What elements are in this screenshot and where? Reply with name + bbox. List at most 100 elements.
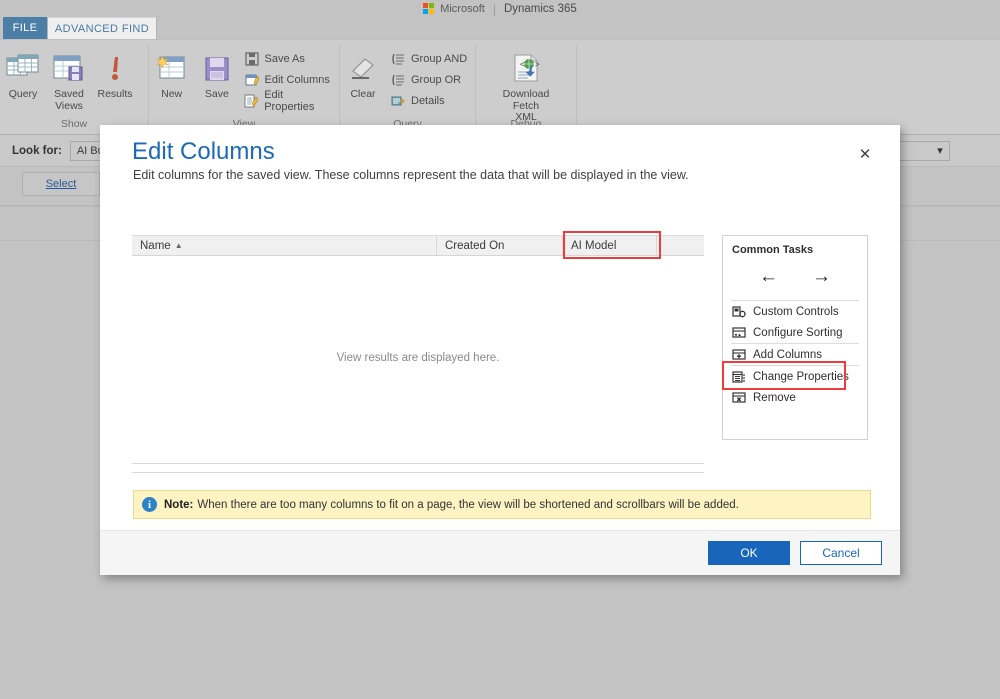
sort-ascending-icon: ▲ [175, 241, 183, 250]
ribbon-button-edit-properties-label: Edit Properties [264, 89, 335, 113]
column-header-name-label: Name [140, 240, 171, 252]
task-configure-sorting[interactable]: Configure Sorting [723, 322, 867, 343]
ribbon-group-show: Query Saved Views [0, 40, 148, 136]
task-remove[interactable]: Remove [723, 387, 867, 408]
remove-column-icon [732, 391, 746, 405]
ribbon-button-save-label: Save [205, 89, 229, 101]
select-button[interactable]: Select [22, 172, 100, 196]
ribbon-query-small-buttons: Group AND Group OR [386, 46, 471, 111]
brand-separator: | [493, 2, 496, 16]
column-header-ai-model[interactable]: AI Model [563, 235, 657, 256]
info-icon: i [142, 497, 157, 512]
task-custom-controls[interactable]: Custom Controls [723, 301, 867, 322]
dialog-content-rule [132, 463, 704, 464]
details-icon [390, 93, 406, 109]
arrow-left-icon[interactable]: ← [759, 266, 778, 288]
ribbon-divider-4 [576, 45, 577, 125]
tab-advanced-find[interactable]: ADVANCED FIND [47, 17, 157, 39]
add-columns-icon [732, 348, 746, 362]
tab-file[interactable]: FILE [3, 17, 47, 39]
task-add-columns-label: Add Columns [753, 349, 822, 361]
common-tasks-panel: Common Tasks ← → Custom Controls [722, 235, 868, 440]
chevron-down-icon: ▾ [937, 144, 943, 157]
ok-button[interactable]: OK [708, 541, 790, 565]
ribbon-tab-strip: FILE ADVANCED FIND [0, 17, 1000, 39]
ribbon-button-edit-properties[interactable]: Edit Properties [240, 90, 340, 111]
task-change-properties[interactable]: Change Properties [723, 366, 867, 387]
grid-empty-message: View results are displayed here. [132, 256, 704, 364]
note-bar: i Note: When there are too many columns … [133, 490, 871, 519]
task-remove-label: Remove [753, 392, 796, 404]
save-as-icon [244, 51, 260, 67]
column-header-name[interactable]: Name ▲ [132, 235, 437, 256]
ribbon-button-save-as[interactable]: Save As [240, 48, 340, 69]
saved-views-icon [52, 49, 86, 89]
column-header-spacer [657, 235, 702, 256]
task-add-columns[interactable]: Add Columns [723, 344, 867, 365]
save-floppy-icon [202, 49, 232, 89]
ribbon-button-clear-label: Clear [350, 89, 375, 101]
download-fetch-xml-icon: < > [507, 49, 545, 89]
ribbon-button-details-label: Details [411, 95, 445, 107]
ribbon-button-new-label: New [161, 89, 182, 101]
microsoft-label: Microsoft [440, 3, 485, 15]
ribbon-group-view: New Save [149, 40, 339, 136]
ribbon-button-query[interactable]: Query [0, 46, 46, 101]
dialog-title: Edit Columns [132, 138, 275, 166]
ribbon: Query Saved Views [0, 39, 1000, 135]
product-label: Dynamics 365 [504, 3, 577, 15]
column-header-created-on[interactable]: Created On [437, 235, 563, 256]
microsoft-logo-icon [423, 3, 434, 14]
common-tasks-arrows: ← → [723, 256, 867, 300]
custom-controls-icon [732, 305, 746, 319]
column-header-created-on-label: Created On [445, 240, 504, 252]
ribbon-button-saved-views[interactable]: Saved Views [46, 46, 92, 112]
ribbon-group-query: Clear Group AND [340, 40, 475, 136]
query-tables-icon [6, 49, 40, 89]
ribbon-button-download-fetch-xml[interactable]: < > Download Fetch XML [489, 46, 563, 124]
change-properties-icon [732, 370, 746, 384]
task-change-properties-label: Change Properties [753, 371, 849, 383]
note-text: When there are too many columns to fit o… [197, 499, 738, 511]
ribbon-button-clear[interactable]: Clear [340, 46, 386, 101]
arrow-right-icon[interactable]: → [812, 266, 831, 288]
svg-text:>: > [535, 60, 540, 69]
results-exclamation-icon [98, 49, 132, 89]
dialog-subtitle: Edit columns for the saved view. These c… [133, 168, 689, 182]
ribbon-button-edit-columns-label: Edit Columns [265, 74, 330, 86]
ribbon-group-debug: < > Download Fetch XML Debug [476, 40, 576, 136]
ribbon-button-group-or[interactable]: Group OR [386, 69, 471, 90]
svg-text:<: < [520, 60, 525, 69]
group-and-icon [390, 51, 406, 67]
cancel-button[interactable]: Cancel [800, 541, 882, 565]
grid-header-row: Name ▲ Created On AI Model [132, 235, 704, 256]
edit-columns-icon [244, 72, 260, 88]
ribbon-button-group-and-label: Group AND [411, 53, 467, 65]
dialog-footer: OK Cancel [100, 530, 900, 575]
ribbon-button-save[interactable]: Save [194, 46, 239, 101]
ribbon-button-results[interactable]: Results [92, 46, 138, 101]
brand-bar: Microsoft | Dynamics 365 [0, 0, 1000, 17]
common-tasks-title: Common Tasks [723, 236, 867, 256]
ribbon-button-query-label: Query [9, 89, 38, 101]
columns-grid: Name ▲ Created On AI Model View results … [132, 235, 704, 473]
note-label: Note: [164, 499, 193, 511]
ribbon-button-group-and[interactable]: Group AND [386, 48, 471, 69]
ribbon-button-download-fetch-xml-label1: Download Fetch [489, 89, 563, 112]
task-configure-sorting-label: Configure Sorting [753, 327, 843, 339]
look-for-label: Look for: [12, 145, 62, 157]
task-custom-controls-label: Custom Controls [753, 306, 839, 318]
clear-eraser-icon [347, 49, 379, 89]
grid-bottom-rule [132, 472, 704, 473]
ribbon-button-results-label: Results [97, 89, 132, 101]
configure-sorting-icon [732, 326, 746, 340]
ribbon-button-saved-views-label1: Saved [54, 89, 84, 101]
ribbon-button-edit-columns[interactable]: Edit Columns [240, 69, 340, 90]
close-icon[interactable]: ✕ [854, 143, 876, 165]
column-header-ai-model-label: AI Model [571, 240, 616, 252]
ribbon-button-details[interactable]: Details [386, 90, 471, 111]
ribbon-button-new[interactable]: New [149, 46, 194, 101]
edit-columns-dialog: Edit Columns Edit columns for the saved … [100, 125, 900, 575]
group-or-icon [390, 72, 406, 88]
ribbon-button-group-or-label: Group OR [411, 74, 461, 86]
